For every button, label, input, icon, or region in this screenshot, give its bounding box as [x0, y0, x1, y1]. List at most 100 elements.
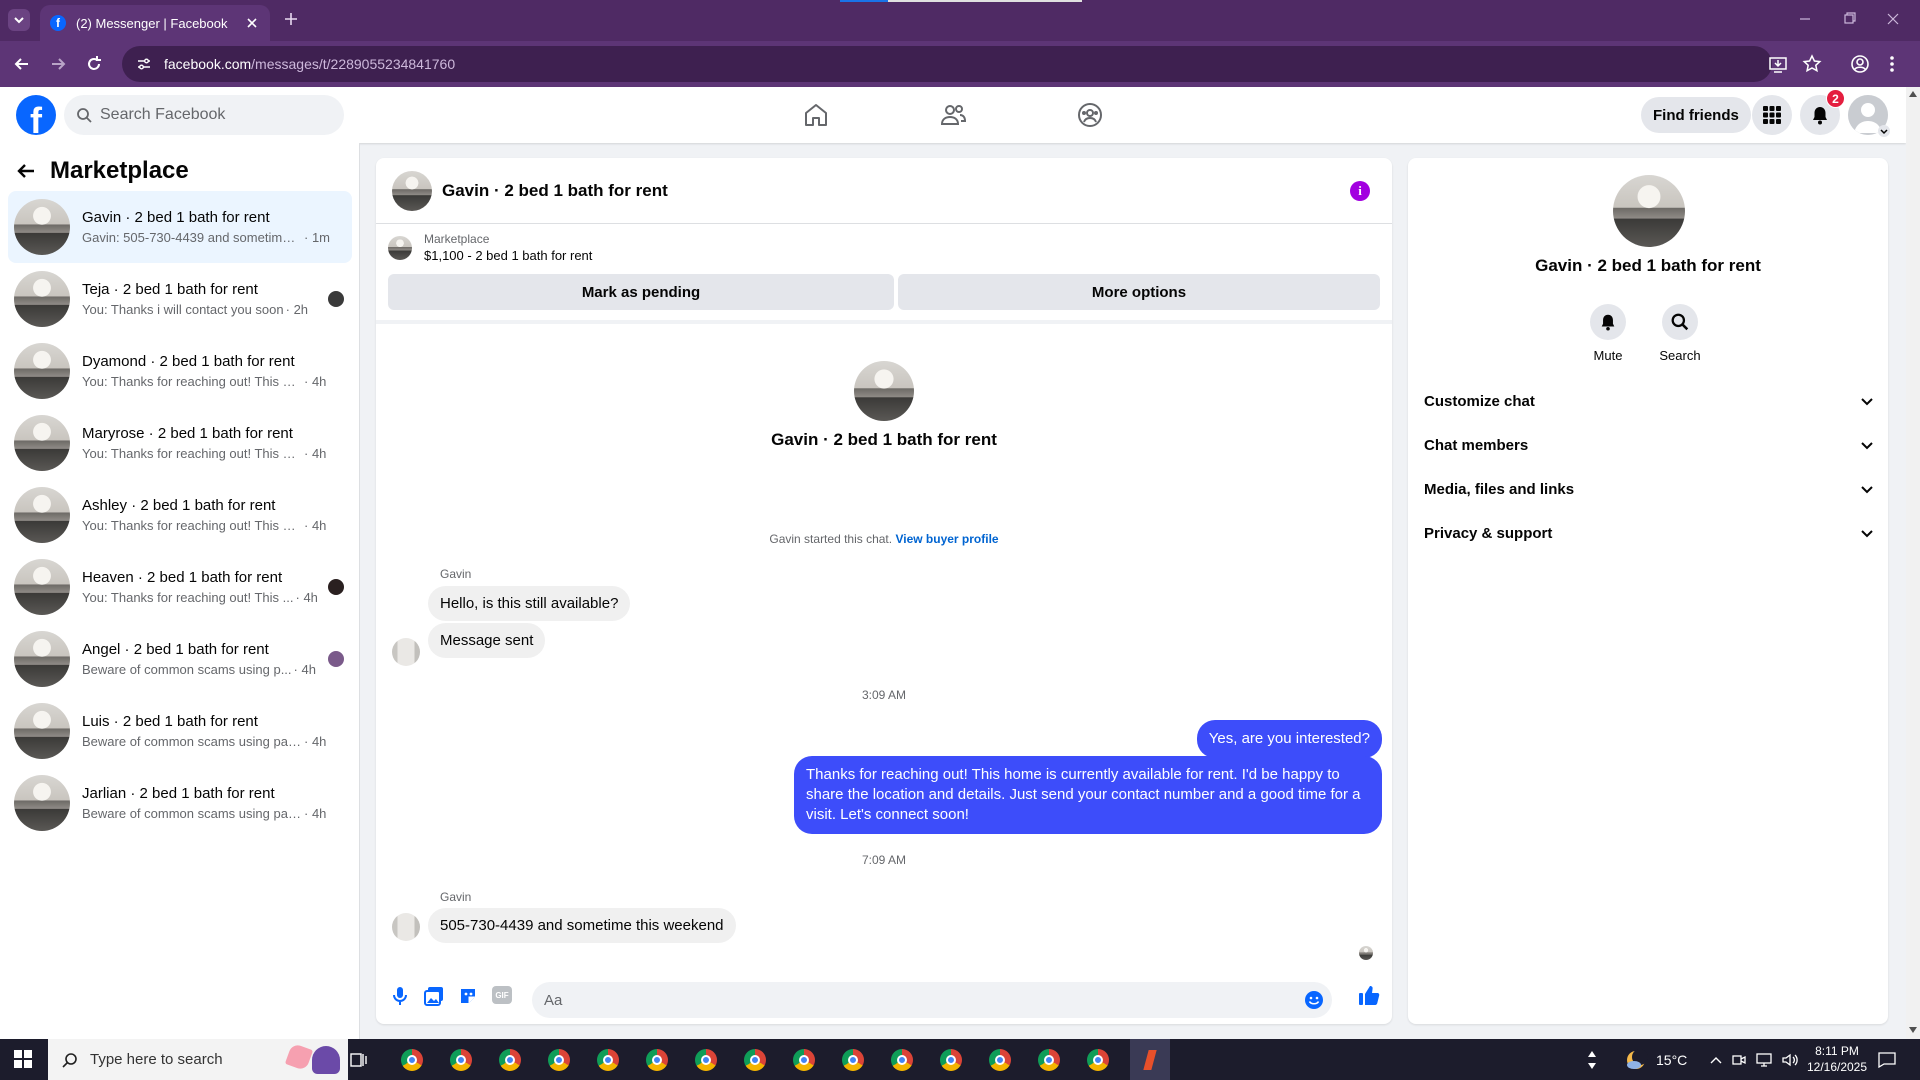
close-window-button[interactable]	[1886, 12, 1900, 26]
taskbar-chrome-app[interactable]	[397, 1045, 427, 1075]
restore-button[interactable]	[1842, 12, 1856, 26]
message-input-wrapper[interactable]	[532, 982, 1332, 1018]
taskbar-chrome-app[interactable]	[887, 1045, 917, 1075]
facebook-search[interactable]	[64, 95, 344, 135]
taskbar-chrome-app[interactable]	[642, 1045, 672, 1075]
details-section-row[interactable]: Media, files and links	[1424, 467, 1874, 511]
home-nav-button[interactable]	[802, 101, 830, 129]
voice-clip-button[interactable]	[392, 986, 408, 1006]
taskbar-chrome-app[interactable]	[838, 1045, 868, 1075]
more-options-button[interactable]: More options	[898, 274, 1380, 310]
close-tab-icon[interactable]	[244, 15, 260, 31]
taskbar-chrome-app[interactable]	[1034, 1045, 1064, 1075]
taskbar-chrome-app[interactable]	[544, 1045, 574, 1075]
sticker-button[interactable]	[458, 986, 478, 1006]
notification-center-button[interactable]	[1878, 1039, 1896, 1080]
reload-button[interactable]	[84, 54, 104, 74]
chat-title[interactable]: Gavin · 2 bed 1 bath for rent	[442, 181, 668, 201]
taskbar-chrome-app[interactable]	[691, 1045, 721, 1075]
account-chevron-icon[interactable]	[1878, 125, 1890, 137]
view-buyer-profile-link[interactable]: View buyer profile	[895, 532, 998, 546]
like-button[interactable]	[1358, 984, 1380, 1006]
back-button[interactable]	[12, 54, 32, 74]
facebook-logo-icon[interactable]: f	[16, 95, 56, 135]
browser-menu-button[interactable]	[1888, 54, 1896, 74]
menu-button[interactable]	[1752, 95, 1792, 135]
outgoing-message[interactable]: Thanks for reaching out! This home is cu…	[794, 756, 1382, 834]
scroll-down-icon[interactable]	[1909, 1027, 1917, 1033]
message-input[interactable]	[544, 991, 1284, 1009]
conversation-item[interactable]: Maryrose · 2 bed 1 bath for rent You: Tha…	[8, 407, 352, 479]
forward-button[interactable]	[48, 54, 68, 74]
contact-avatar-large[interactable]	[854, 361, 914, 421]
info-icon[interactable]: i	[1350, 181, 1370, 201]
taskbar-chrome-app[interactable]	[593, 1045, 623, 1075]
conversation-item[interactable]: Ashley · 2 bed 1 bath for rent You: Thank…	[8, 479, 352, 551]
taskbar-search[interactable]	[48, 1039, 348, 1080]
search-in-chat-button[interactable]: Search	[1648, 304, 1712, 363]
taskbar-chrome-app[interactable]	[446, 1045, 476, 1075]
listing-summary[interactable]: Marketplace $1,100 - 2 bed 1 bath for re…	[388, 232, 592, 263]
install-app-button[interactable]	[1768, 54, 1788, 74]
taskbar-app-active[interactable]	[1130, 1039, 1170, 1080]
show-hidden-icons-icon[interactable]	[1710, 1056, 1722, 1064]
conversation-item[interactable]: Dyamond · 2 bed 1 bath for rent You: Than…	[8, 335, 352, 407]
mark-as-pending-button[interactable]: Mark as pending	[388, 274, 894, 310]
search-icon	[77, 108, 92, 123]
details-avatar[interactable]	[1613, 175, 1685, 247]
taskbar-chrome-app[interactable]	[1083, 1045, 1113, 1075]
back-arrow-icon[interactable]	[16, 161, 36, 181]
start-button[interactable]	[14, 1050, 32, 1068]
bookmark-button[interactable]	[1802, 54, 1822, 74]
tab-list-button[interactable]	[8, 9, 30, 31]
search-circle[interactable]	[1662, 304, 1698, 340]
conversation-item[interactable]: Luis · 2 bed 1 bath for rent Beware of co…	[8, 695, 352, 767]
incoming-message[interactable]: Message sent	[428, 623, 546, 658]
taskbar-chrome-app[interactable]	[495, 1045, 525, 1075]
emoji-icon[interactable]	[1304, 990, 1324, 1010]
sender-avatar[interactable]	[392, 913, 420, 941]
mute-circle[interactable]	[1590, 304, 1626, 340]
conversation-item[interactable]: Teja · 2 bed 1 bath for rent You: Thanks …	[8, 263, 352, 335]
conversation-item[interactable]: Angel · 2 bed 1 bath for rent Beware of c…	[8, 623, 352, 695]
incoming-message[interactable]: Hello, is this still available?	[428, 586, 631, 621]
taskbar-chrome-app[interactable]	[740, 1045, 770, 1075]
profile-button[interactable]	[1850, 54, 1870, 74]
details-section-row[interactable]: Chat members	[1424, 423, 1874, 467]
task-view-button[interactable]	[344, 1045, 374, 1075]
details-section-row[interactable]: Privacy & support	[1424, 511, 1874, 555]
attach-photo-button[interactable]	[424, 986, 444, 1006]
outgoing-message[interactable]: Yes, are you interested?	[1196, 720, 1382, 758]
new-tab-button[interactable]	[282, 10, 300, 28]
sender-avatar[interactable]	[392, 638, 420, 666]
taskbar-chrome-app[interactable]	[789, 1045, 819, 1075]
minimize-button[interactable]	[1798, 12, 1812, 26]
mute-button[interactable]: Mute	[1576, 304, 1640, 363]
search-input[interactable]	[100, 106, 320, 124]
restore-icon	[1844, 12, 1856, 24]
find-friends-button[interactable]: Find friends	[1641, 97, 1751, 133]
page-scrollbar[interactable]	[1906, 87, 1920, 1039]
conversation-item[interactable]: Gavin · 2 bed 1 bath for rent Gavin: 505-…	[8, 191, 352, 263]
details-section-row[interactable]: Customize chat	[1424, 379, 1874, 423]
taskbar-chrome-app[interactable]	[936, 1045, 966, 1075]
scroll-up-icon[interactable]	[1909, 91, 1917, 97]
network-icon[interactable]	[1756, 1052, 1772, 1067]
incoming-message[interactable]: 505-730-4439 and sometime this weekend	[428, 908, 736, 943]
volume-icon[interactable]	[1782, 1053, 1798, 1067]
chat-avatar[interactable]	[392, 170, 432, 211]
conversation-item[interactable]: Jarlian · 2 bed 1 bath for rent Beware of…	[8, 767, 352, 839]
system-clock[interactable]: 8:11 PM 12/16/2025	[1798, 1043, 1876, 1075]
address-bar[interactable]: facebook.com/messages/t/2289055234841760	[122, 46, 1772, 82]
tray-scroll[interactable]	[1588, 1039, 1596, 1080]
browser-tab[interactable]: f (2) Messenger | Facebook	[40, 5, 270, 41]
groups-nav-button[interactable]	[1076, 101, 1104, 129]
conversation-item[interactable]: Heaven · 2 bed 1 bath for rent You: Thank…	[8, 551, 352, 623]
meet-now-icon[interactable]	[1732, 1053, 1746, 1067]
taskbar-search-input[interactable]	[90, 1051, 260, 1068]
taskbar-chrome-app[interactable]	[985, 1045, 1015, 1075]
weather-widget[interactable]: 15°C	[1624, 1039, 1687, 1080]
friends-nav-button[interactable]	[939, 101, 967, 129]
site-info-icon[interactable]	[136, 56, 152, 72]
gif-button[interactable]: GIF	[492, 986, 512, 1004]
